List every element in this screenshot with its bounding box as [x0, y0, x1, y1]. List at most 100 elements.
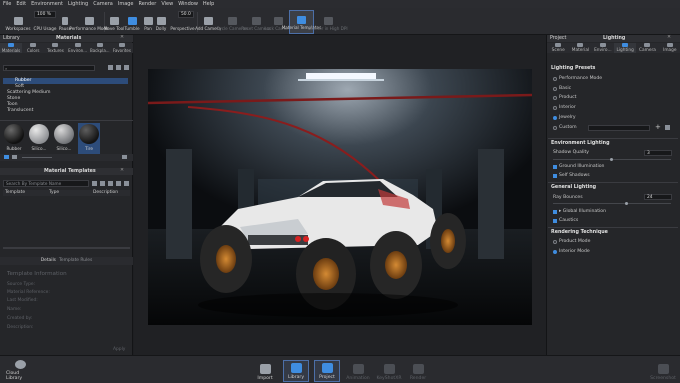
- add-preset-icon[interactable]: +: [655, 123, 661, 131]
- tree-item-translucent[interactable]: Translucent: [3, 108, 128, 114]
- preset-radio[interactable]: [553, 106, 557, 110]
- menu-render[interactable]: Render: [139, 1, 157, 7]
- tab-backplates[interactable]: Backpla...: [89, 43, 111, 53]
- folder-add-icon[interactable]: [108, 65, 113, 70]
- technique-product-mode[interactable]: Product Mode: [559, 239, 590, 244]
- template-search-input[interactable]: Search By Template Name: [3, 180, 89, 187]
- menu-window[interactable]: Window: [178, 1, 198, 7]
- tab-favorites[interactable]: Favorites: [111, 43, 133, 53]
- add-template-icon[interactable]: [92, 181, 97, 186]
- ground-illumination-label[interactable]: Ground Illumination: [559, 164, 604, 169]
- material-thumb-rubber[interactable]: Rubber: [3, 123, 25, 155]
- caustics-checkbox[interactable]: [553, 219, 557, 223]
- preset-radio[interactable]: [553, 96, 557, 100]
- tumble-button[interactable]: Tumble: [123, 10, 141, 34]
- menu-help[interactable]: Help: [203, 1, 214, 7]
- preset-custom[interactable]: Custom: [559, 125, 577, 130]
- menu-camera[interactable]: Camera: [93, 1, 113, 7]
- ray-bounces-slider[interactable]: [553, 203, 671, 204]
- library-search-input[interactable]: ⌕: [3, 65, 95, 71]
- material-thumb-silicone-2[interactable]: Silico...: [53, 123, 75, 155]
- thumbnail-size-slider[interactable]: [22, 157, 52, 158]
- preset-product[interactable]: Product: [559, 95, 576, 100]
- menu-environment[interactable]: Environment: [31, 1, 63, 7]
- refresh-icon[interactable]: [124, 65, 129, 70]
- grid-view-icon[interactable]: [4, 155, 9, 159]
- tab-details[interactable]: Details: [41, 257, 56, 265]
- global-illumination-label[interactable]: Global Illumination: [563, 209, 606, 214]
- apply-button[interactable]: Apply: [113, 347, 125, 352]
- performance-mode-button[interactable]: Performance Mode: [69, 10, 109, 34]
- preset-basic[interactable]: Basic: [559, 86, 571, 91]
- preset-performance-mode[interactable]: Performance Mode: [559, 76, 602, 81]
- menu-edit[interactable]: Edit: [16, 1, 26, 7]
- shadow-quality-field[interactable]: 3: [644, 150, 672, 156]
- preset-radio[interactable]: [553, 87, 557, 91]
- tab-image[interactable]: Image: [659, 43, 680, 53]
- technique-radio[interactable]: [553, 240, 557, 244]
- export-template-icon[interactable]: [116, 181, 121, 186]
- render-high-dpi-button[interactable]: Render in High DPI: [308, 10, 348, 34]
- column-template[interactable]: Template: [5, 190, 25, 195]
- library-button[interactable]: Library: [283, 360, 309, 382]
- cloud-library-button[interactable]: Cloud Library: [6, 360, 34, 382]
- move-tool-button[interactable]: Move Tool: [104, 10, 124, 34]
- settings-icon[interactable]: [122, 155, 127, 159]
- menu-view[interactable]: View: [161, 1, 173, 7]
- menu-lighting[interactable]: Lighting: [68, 1, 88, 7]
- self-shadows-checkbox[interactable]: [553, 174, 557, 178]
- material-thumb-tire[interactable]: Tire: [78, 123, 100, 155]
- project-button[interactable]: Project: [314, 360, 340, 382]
- ray-bounces-knob[interactable]: [625, 202, 628, 205]
- tab-scene[interactable]: Scene: [547, 43, 569, 53]
- import-template-icon[interactable]: [124, 181, 129, 186]
- technique-radio-selected[interactable]: [553, 250, 557, 254]
- shadow-quality-knob[interactable]: [610, 158, 613, 161]
- save-preset-icon[interactable]: [665, 125, 670, 130]
- delete-template-icon[interactable]: [108, 181, 113, 186]
- preset-radio-selected[interactable]: [553, 116, 557, 120]
- edit-template-icon[interactable]: [100, 181, 105, 186]
- tab-environment[interactable]: Enviro...: [592, 43, 614, 53]
- pan-button[interactable]: Pan: [142, 10, 154, 34]
- tab-materials[interactable]: Materials: [0, 43, 23, 53]
- close-icon[interactable]: ✕: [120, 168, 124, 173]
- caustics-label[interactable]: Caustics: [559, 218, 578, 223]
- ground-illumination-checkbox[interactable]: [553, 165, 557, 169]
- workspaces-button[interactable]: Workspaces: [3, 10, 33, 34]
- import-button[interactable]: Import: [252, 360, 278, 382]
- tab-textures[interactable]: Textures: [44, 43, 66, 53]
- technique-interior-mode[interactable]: Interior Mode: [559, 249, 590, 254]
- template-table-scrollbar[interactable]: [3, 247, 130, 249]
- screenshot-button[interactable]: Screenshot: [648, 360, 678, 382]
- import-icon[interactable]: [116, 65, 121, 70]
- preset-jewelry[interactable]: Jewelry: [559, 115, 576, 120]
- menu-image[interactable]: Image: [118, 1, 134, 7]
- material-thumb-silicone-1[interactable]: Silico...: [28, 123, 50, 155]
- tab-template-rules[interactable]: Template Rules: [59, 257, 92, 265]
- list-view-icon[interactable]: [12, 155, 17, 159]
- menu-file[interactable]: File: [3, 1, 11, 7]
- tab-lighting[interactable]: Lighting: [613, 43, 637, 53]
- dolly-button[interactable]: Dolly: [154, 10, 168, 34]
- global-illumination-checkbox[interactable]: [553, 210, 557, 214]
- column-description[interactable]: Description: [93, 190, 118, 195]
- render-button[interactable]: Render: [405, 360, 431, 382]
- tab-environments[interactable]: Environ...: [67, 43, 89, 53]
- column-type[interactable]: Type: [49, 190, 59, 195]
- ray-bounces-field[interactable]: 24: [644, 194, 672, 200]
- tab-camera[interactable]: Camera: [636, 43, 658, 53]
- render-viewport[interactable]: [148, 69, 532, 325]
- close-icon[interactable]: ✕: [120, 35, 124, 40]
- global-illumination-row[interactable]: ▸ Global Illumination: [559, 209, 606, 214]
- tab-material[interactable]: Material: [569, 43, 591, 53]
- animation-button[interactable]: Animation: [345, 360, 371, 382]
- custom-preset-dropdown[interactable]: [588, 125, 650, 131]
- splitter[interactable]: [0, 120, 133, 121]
- add-camera-button[interactable]: Add Camera: [195, 10, 221, 34]
- close-icon[interactable]: ✕: [667, 35, 671, 40]
- preset-interior[interactable]: Interior: [559, 105, 576, 110]
- tab-colors[interactable]: Colors: [22, 43, 44, 53]
- preset-radio[interactable]: [553, 77, 557, 81]
- preset-radio[interactable]: [553, 126, 557, 130]
